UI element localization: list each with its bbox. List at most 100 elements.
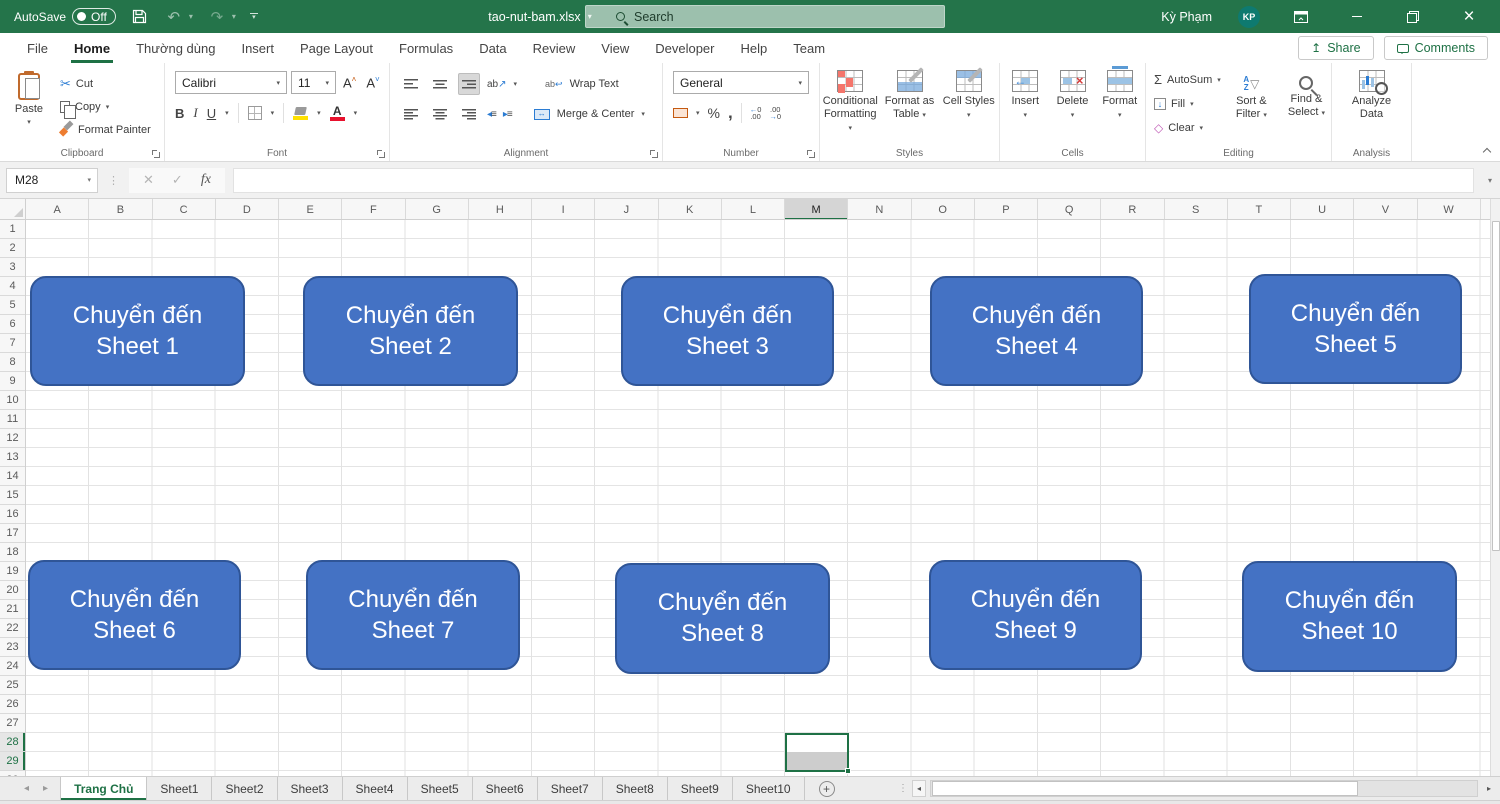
horizontal-scrollbar-track[interactable] bbox=[930, 780, 1478, 797]
vertical-scrollbar[interactable] bbox=[1490, 199, 1500, 776]
autosave-toggle[interactable]: AutoSave Off bbox=[14, 8, 116, 25]
column-header-o[interactable]: O bbox=[912, 199, 975, 220]
row-header-9[interactable]: 9 bbox=[0, 372, 25, 391]
chevron-down-icon[interactable]: ▾ bbox=[271, 109, 275, 117]
row-header-24[interactable]: 24 bbox=[0, 657, 25, 676]
align-left-icon[interactable] bbox=[400, 103, 422, 125]
sheet-button-1[interactable]: Chuyển đếnSheet 1 bbox=[30, 276, 245, 386]
clipboard-dialog-launcher-icon[interactable] bbox=[152, 150, 160, 158]
sheet-tab-sheet4[interactable]: Sheet4 bbox=[343, 777, 408, 800]
sheet-tab-sheet5[interactable]: Sheet5 bbox=[408, 777, 473, 800]
column-header-t[interactable]: T bbox=[1228, 199, 1291, 220]
row-header-23[interactable]: 23 bbox=[0, 638, 25, 657]
row-header-22[interactable]: 22 bbox=[0, 619, 25, 638]
row-header-2[interactable]: 2 bbox=[0, 239, 25, 258]
sheet-tab-sheet6[interactable]: Sheet6 bbox=[473, 777, 538, 800]
chevron-down-icon[interactable]: ▾ bbox=[696, 109, 700, 117]
column-header-r[interactable]: R bbox=[1101, 199, 1164, 220]
chevron-down-icon[interactable]: ▾ bbox=[354, 109, 358, 117]
tab-team[interactable]: Team bbox=[780, 33, 838, 63]
row-header-26[interactable]: 26 bbox=[0, 695, 25, 714]
horizontal-scrollbar[interactable]: ⋮ ◂ ▸ bbox=[898, 779, 1496, 797]
formula-input[interactable] bbox=[233, 168, 1474, 193]
alignment-dialog-launcher-icon[interactable] bbox=[650, 150, 658, 158]
redo-chevron-icon[interactable]: ▾ bbox=[232, 12, 236, 21]
column-header-c[interactable]: C bbox=[153, 199, 216, 220]
paste-button[interactable]: Paste ▾ bbox=[6, 69, 52, 143]
sheet-button-8[interactable]: Chuyển đếnSheet 8 bbox=[615, 563, 830, 674]
horizontal-scrollbar-thumb[interactable] bbox=[932, 781, 1358, 796]
row-header-6[interactable]: 6 bbox=[0, 315, 25, 334]
italic-button[interactable]: I bbox=[193, 105, 197, 121]
tab-insert[interactable]: Insert bbox=[228, 33, 287, 63]
row-header-5[interactable]: 5 bbox=[0, 296, 25, 315]
format-cells-button[interactable]: Format ▾ bbox=[1098, 63, 1142, 161]
scroll-right-icon[interactable]: ▸ bbox=[1482, 780, 1496, 797]
sheet-tab-sheet8[interactable]: Sheet8 bbox=[603, 777, 668, 800]
sheet-button-6[interactable]: Chuyển đếnSheet 6 bbox=[28, 560, 241, 670]
row-header-1[interactable]: 1 bbox=[0, 220, 25, 239]
font-name-select[interactable]: Calibri ▾ bbox=[175, 71, 287, 94]
row-header-10[interactable]: 10 bbox=[0, 391, 25, 410]
new-sheet-button[interactable]: + bbox=[819, 777, 835, 800]
tab-file[interactable]: File bbox=[14, 33, 61, 63]
delete-cells-button[interactable]: × Delete ▾ bbox=[1051, 63, 1095, 161]
column-header-b[interactable]: B bbox=[89, 199, 152, 220]
font-color-icon[interactable]: A bbox=[330, 106, 345, 121]
sheet-button-9[interactable]: Chuyển đếnSheet 9 bbox=[929, 560, 1142, 670]
next-sheet-icon[interactable]: ▸ bbox=[43, 783, 48, 794]
decrease-font-size-button[interactable]: A˅ bbox=[363, 75, 382, 90]
column-header-k[interactable]: K bbox=[659, 199, 722, 220]
row-header-17[interactable]: 17 bbox=[0, 524, 25, 543]
increase-decimal-icon[interactable]: ←0.00 bbox=[750, 106, 762, 120]
wrap-text-button[interactable]: Wrap Text bbox=[570, 78, 619, 90]
row-header-13[interactable]: 13 bbox=[0, 448, 25, 467]
save-icon[interactable] bbox=[130, 7, 150, 27]
row-header-18[interactable]: 18 bbox=[0, 543, 25, 562]
borders-icon[interactable] bbox=[248, 106, 262, 120]
enter-icon[interactable]: ✓ bbox=[172, 172, 183, 188]
column-header-e[interactable]: E bbox=[279, 199, 342, 220]
cancel-icon[interactable]: ✕ bbox=[143, 172, 154, 188]
minimize-button[interactable] bbox=[1342, 0, 1372, 33]
tab-help[interactable]: Help bbox=[728, 33, 781, 63]
row-header-28[interactable]: 28 bbox=[0, 733, 25, 752]
cell-styles-button[interactable]: Cell Styles ▾ bbox=[940, 63, 998, 161]
sheet-tab-sheet1[interactable]: Sheet1 bbox=[147, 777, 212, 800]
close-button[interactable]: × bbox=[1454, 0, 1484, 33]
tab-data[interactable]: Data bbox=[466, 33, 519, 63]
row-header-25[interactable]: 25 bbox=[0, 676, 25, 695]
chevron-down-icon[interactable]: ▾ bbox=[225, 109, 229, 117]
row-header-11[interactable]: 11 bbox=[0, 410, 25, 429]
chevron-down-icon[interactable]: ▾ bbox=[317, 109, 321, 117]
avatar[interactable]: KP bbox=[1238, 6, 1260, 28]
sheet-tab-trang-chủ[interactable]: Trang Chủ bbox=[60, 777, 147, 800]
increase-font-size-button[interactable]: A˄ bbox=[340, 75, 359, 90]
underline-button[interactable]: U bbox=[207, 106, 216, 121]
filename[interactable]: tao-nut-bam.xlsx bbox=[488, 10, 580, 24]
column-header-s[interactable]: S bbox=[1165, 199, 1228, 220]
collapse-ribbon-icon[interactable] bbox=[1483, 147, 1491, 155]
align-middle-icon[interactable] bbox=[429, 73, 451, 95]
accounting-format-icon[interactable] bbox=[673, 108, 688, 118]
insert-function-icon[interactable]: fx bbox=[201, 172, 211, 188]
select-all-button[interactable] bbox=[0, 199, 26, 220]
row-header-7[interactable]: 7 bbox=[0, 334, 25, 353]
row-header-19[interactable]: 19 bbox=[0, 562, 25, 581]
customize-toolbar-icon[interactable]: ▾ bbox=[250, 13, 258, 20]
insert-cells-button[interactable]: ← Insert ▾ bbox=[1003, 63, 1047, 161]
decrease-decimal-icon[interactable]: .00→0 bbox=[769, 106, 781, 120]
undo-icon[interactable]: ↶ bbox=[164, 7, 184, 27]
format-as-table-button[interactable]: Format as Table ▾ bbox=[881, 63, 939, 161]
sheet-tab-sheet2[interactable]: Sheet2 bbox=[212, 777, 277, 800]
autosave-pill[interactable]: Off bbox=[72, 8, 116, 25]
sheet-tab-sheet7[interactable]: Sheet7 bbox=[538, 777, 603, 800]
cell-selection[interactable] bbox=[785, 733, 849, 772]
chevron-down-icon[interactable]: ▾ bbox=[514, 80, 518, 88]
percent-style-icon[interactable]: % bbox=[708, 105, 720, 121]
row-header-12[interactable]: 12 bbox=[0, 429, 25, 448]
row-header-20[interactable]: 20 bbox=[0, 581, 25, 600]
previous-sheet-icon[interactable]: ◂ bbox=[24, 783, 29, 794]
copy-button[interactable]: Copy ▾ bbox=[60, 96, 151, 117]
conditional-formatting-button[interactable]: Conditional Formatting ▾ bbox=[821, 63, 879, 161]
